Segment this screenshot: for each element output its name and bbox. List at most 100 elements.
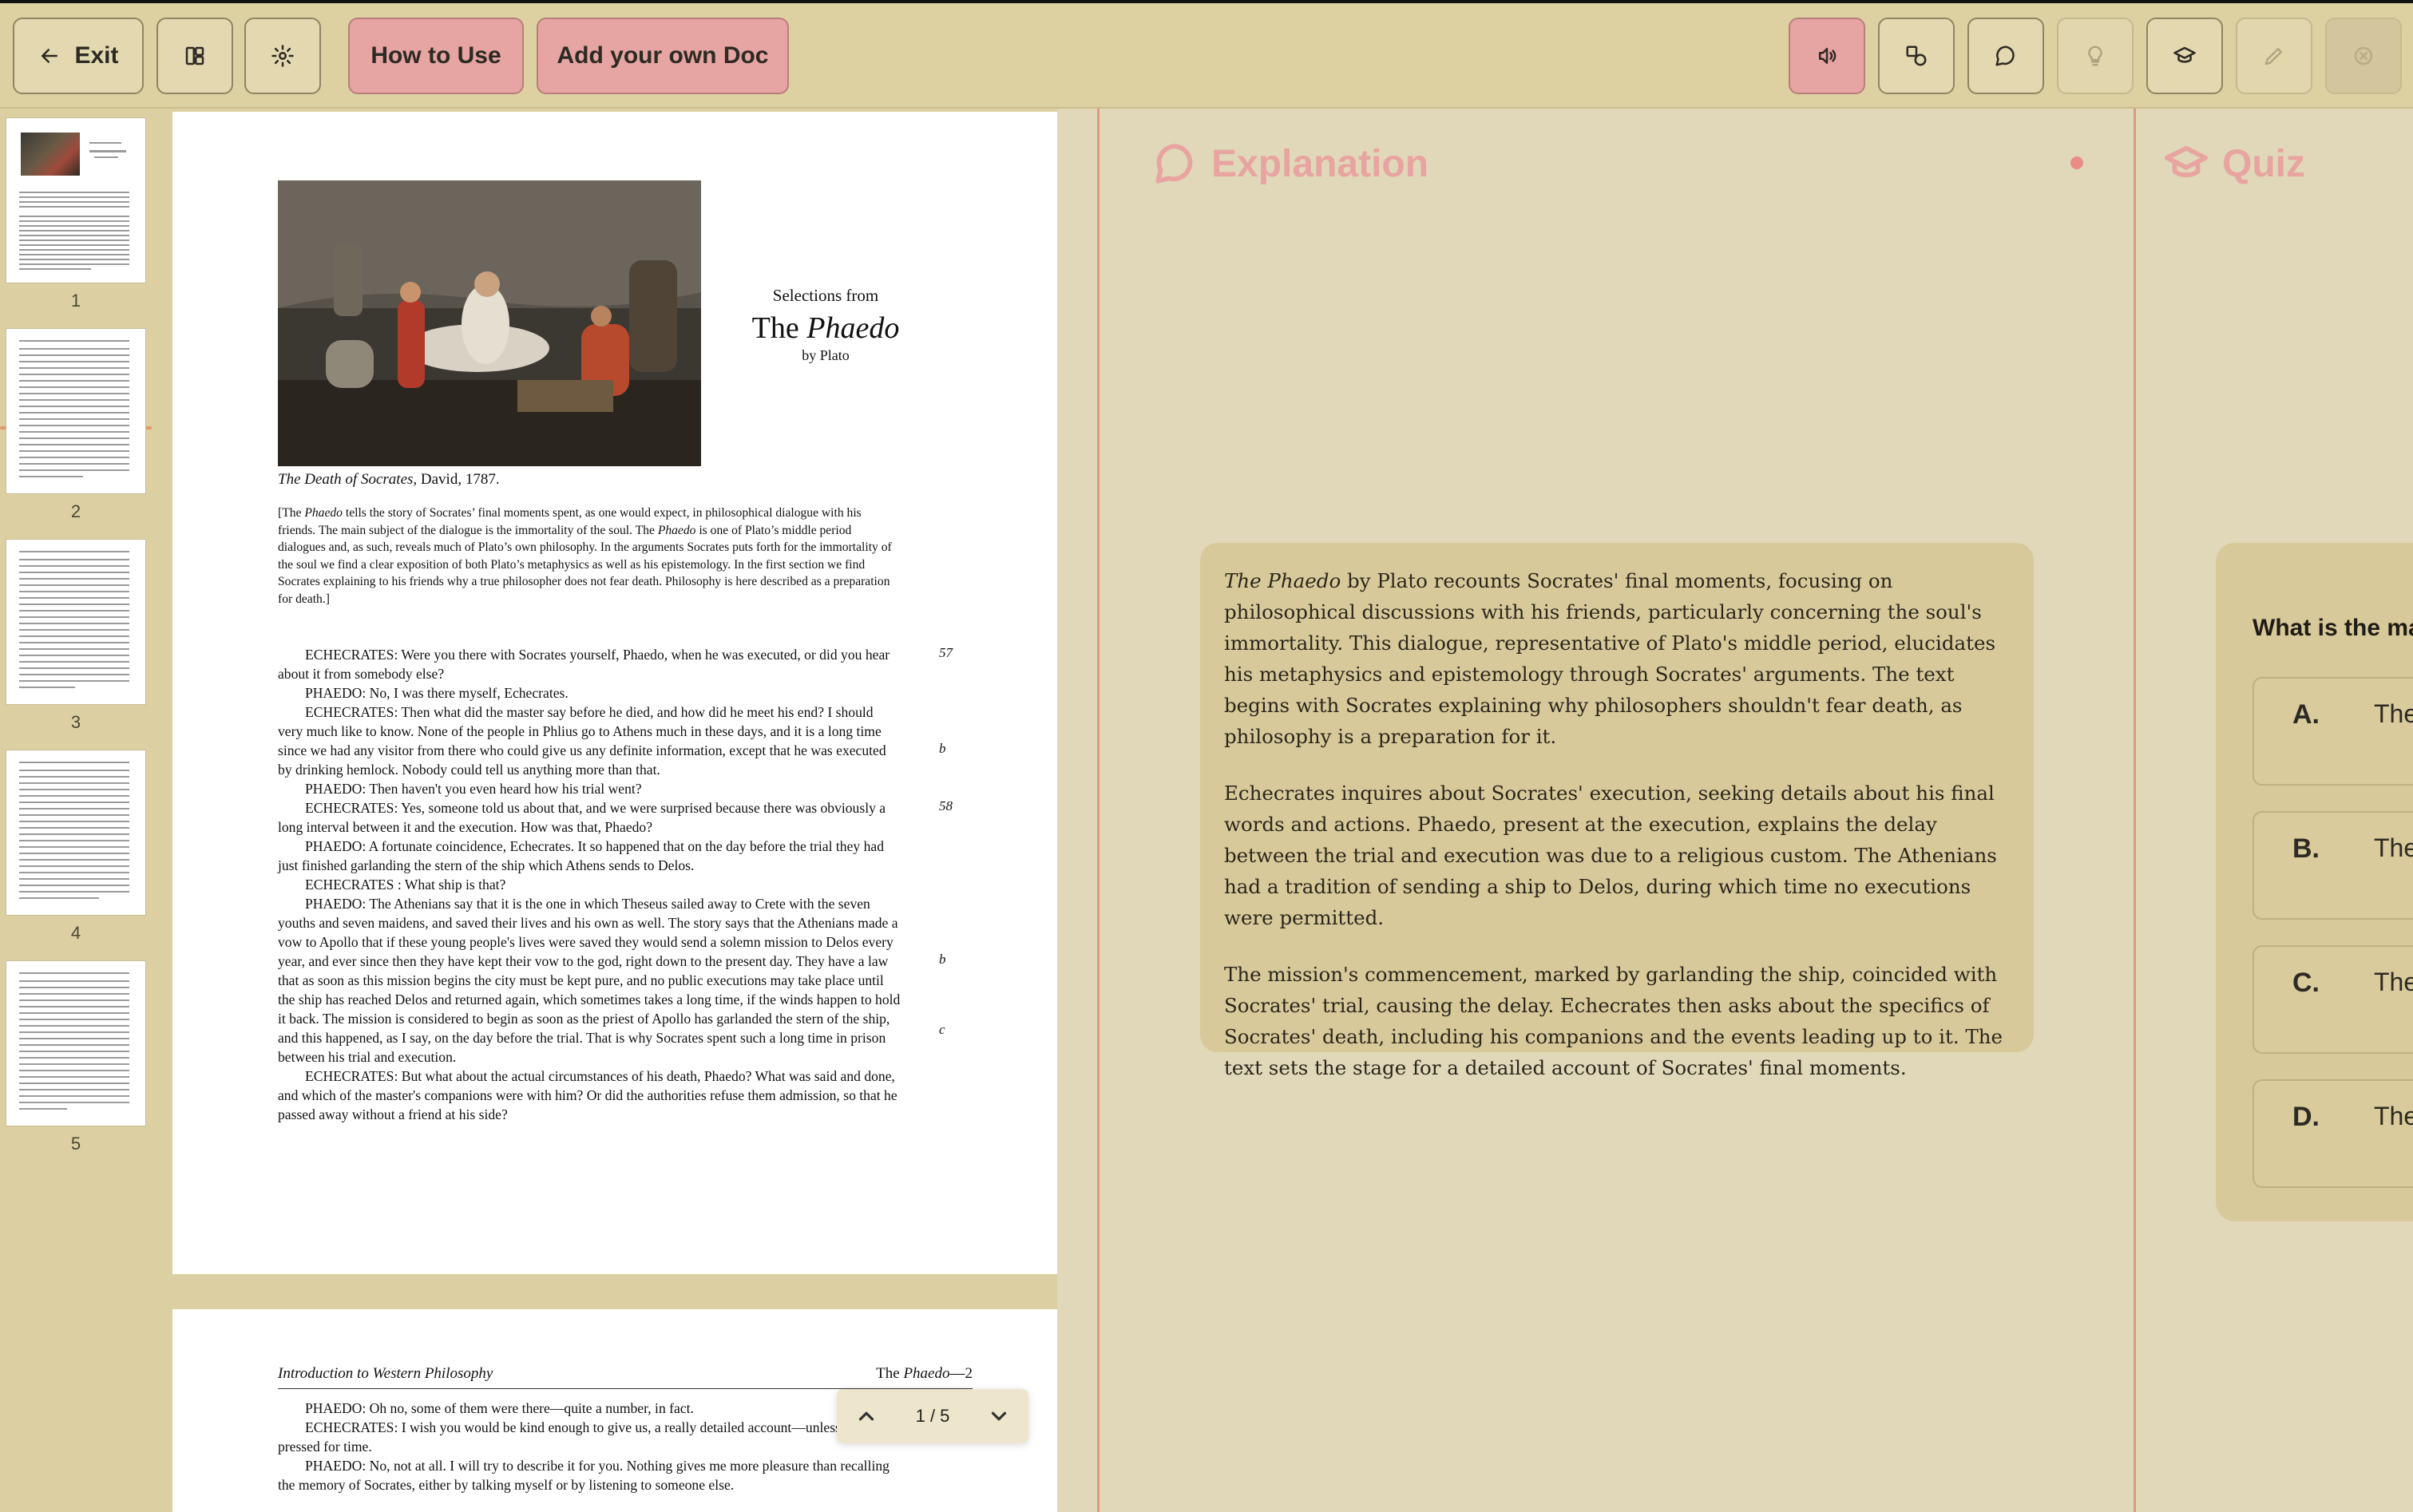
title-italic: Phaedo — [806, 311, 900, 345]
option-text: The — [2374, 968, 2413, 996]
thumbnail-painting — [21, 133, 80, 176]
intro-text: [The — [278, 506, 305, 520]
stephanus-number: 57 — [939, 645, 953, 660]
thumbnail-number: 1 — [70, 291, 81, 311]
byline: by Plato — [802, 347, 850, 363]
shapes-button[interactable] — [1878, 18, 1955, 94]
caption-italic: The Death of Socrates, — [278, 471, 418, 488]
thumbnail-number: 3 — [70, 712, 81, 732]
intro-paragraph: [The Phaedo tells the story of Socrates’… — [278, 505, 893, 608]
stephanus-letter: b — [939, 741, 946, 756]
option-letter: D. — [2292, 1102, 2320, 1132]
intro-italic: Phaedo — [304, 506, 343, 520]
edit-button[interactable] — [2236, 18, 2312, 94]
explanation-card: The Phaedo by Plato recounts Socrates' f… — [1200, 543, 2034, 1079]
option-text: The — [2374, 1102, 2413, 1130]
graduation-cap-icon — [2173, 46, 2196, 63]
option-letter: B. — [2292, 833, 2320, 864]
explanation-paragraph: The mission's commencement, marked by ga… — [1224, 959, 2010, 1083]
thumbnail-page-1[interactable] — [6, 118, 145, 283]
quiz-option-b[interactable]: B. The — [2253, 811, 2413, 920]
dialogue-line: ECHECRATES: Were you there with Socrates… — [278, 647, 890, 682]
caption-rest: David, 1787. — [417, 471, 500, 488]
how-to-use-button[interactable]: How to Use — [348, 18, 524, 94]
hint-button[interactable] — [2057, 18, 2134, 94]
painting-caption: The Death of Socrates, David, 1787. — [278, 471, 500, 489]
page-navigator: 1 / 5 — [837, 1389, 1028, 1443]
death-of-socrates-painting — [278, 180, 701, 466]
shapes-icon — [1906, 46, 1927, 66]
top-toolbar: Exit How to Use Add your own Doc — [0, 0, 2413, 109]
exit-label: Exit — [74, 42, 119, 69]
quiz-option-d[interactable]: D. The — [2253, 1079, 2413, 1188]
page-separator: / — [925, 1406, 941, 1426]
dialogue-line: PHAEDO: No, not at all. I will try to de… — [278, 1458, 890, 1493]
thumbnail-page-3[interactable] — [6, 540, 145, 704]
header-right-prefix: The — [876, 1365, 904, 1382]
page-indicator: 1 / 5 — [916, 1406, 950, 1427]
stephanus-letter: c — [939, 1022, 945, 1037]
selections-from: Selections from — [772, 286, 879, 305]
thumbnail-number: 5 — [70, 1134, 81, 1154]
dialogue-line: ECHECRATES: Then what did the master say… — [278, 704, 886, 778]
layout-icon — [185, 46, 204, 65]
graduation-cap-icon — [2164, 145, 2209, 178]
dialogue-line: PHAEDO: No, I was there myself, Echecrat… — [305, 685, 569, 701]
header-right: The Phaedo—2 — [876, 1365, 973, 1383]
status-dot — [2070, 156, 2083, 169]
title-block: Selections from The Phaedo by Plato — [706, 286, 945, 364]
explanation-text: by Plato recounts Socrates' final moment… — [1224, 569, 1996, 748]
option-letter: C. — [2292, 968, 2320, 998]
chat-button[interactable] — [1967, 18, 2044, 94]
exit-button[interactable]: Exit — [13, 18, 144, 94]
chevron-up-icon[interactable] — [854, 1404, 878, 1428]
thumbnail-page-5[interactable] — [6, 961, 145, 1126]
explanation-panel: Explanation The Phaedo by Plato recounts… — [1097, 109, 2135, 1512]
dialogue: ECHECRATES: Were you there with Socrates… — [278, 645, 901, 1124]
dialogue-line: ECHECRATES : What ship is that? — [305, 877, 506, 893]
running-header: Introduction to Western Philosophy The P… — [278, 1365, 973, 1389]
audio-button[interactable] — [1789, 18, 1865, 94]
quiz-button[interactable] — [2146, 18, 2223, 94]
option-text: The — [2374, 699, 2413, 728]
option-letter: A. — [2292, 699, 2320, 730]
dialogue-line: ECHECRATES: I wish you would be kind eno… — [278, 1419, 886, 1455]
add-your-own-doc-button[interactable]: Add your own Doc — [537, 18, 789, 94]
document-title: The Phaedo — [706, 311, 945, 346]
layout-button[interactable] — [157, 18, 233, 94]
dialogue-line: PHAEDO: The Athenians say that it is the… — [278, 896, 901, 1065]
quiz-option-c[interactable]: C. The — [2253, 945, 2413, 1054]
quiz-question: What is the ma — [2253, 615, 2413, 641]
header-left: Introduction to Western Philosophy — [278, 1365, 493, 1382]
thumbnail-page-2[interactable] — [6, 329, 145, 493]
title-prefix: The — [751, 311, 807, 345]
total-pages: 5 — [940, 1406, 950, 1426]
document-page-1: Selections from The Phaedo by Plato The … — [172, 112, 1057, 1274]
quiz-title: Quiz — [2222, 142, 2305, 185]
dialogue-line: PHAEDO: Then haven't you even heard how … — [305, 781, 642, 797]
dialogue-line: PHAEDO: A fortunate coincidence, Echecra… — [278, 838, 884, 873]
explanation-italic: The Phaedo — [1224, 569, 1341, 592]
document-viewer[interactable]: Selections from The Phaedo by Plato The … — [152, 109, 1057, 1512]
explanation-text: Echecrates inquires about Socrates' exec… — [1224, 782, 1997, 929]
quiz-option-a[interactable]: A. The — [2253, 677, 2413, 786]
settings-button[interactable] — [244, 18, 321, 94]
current-page: 1 — [915, 1406, 925, 1426]
chat-bubble-icon — [1155, 144, 1193, 184]
chevron-down-icon[interactable] — [987, 1404, 1011, 1428]
close-circle-icon — [2354, 46, 2373, 65]
thumbnail-page-4[interactable] — [6, 750, 145, 915]
gear-icon — [271, 45, 294, 67]
quiz-panel: Quiz What is the ma A. The B. The C. The… — [2134, 109, 2413, 1512]
quiz-header: Quiz — [2163, 141, 2305, 187]
page-thumbnails: 1 2 3 4 5 — [0, 109, 152, 1512]
lightbulb-icon — [2088, 46, 2102, 66]
close-button[interactable] — [2325, 18, 2402, 94]
header-right-suffix: —2 — [949, 1365, 973, 1382]
chat-bubble-icon — [1995, 46, 2015, 66]
explanation-text: The mission's commencement, marked by ga… — [1224, 963, 2003, 1079]
add-doc-label: Add your own Doc — [557, 42, 769, 69]
thumbnail-number: 2 — [70, 501, 81, 521]
explanation-title: Explanation — [1211, 142, 1429, 185]
pencil-icon — [2264, 48, 2282, 65]
